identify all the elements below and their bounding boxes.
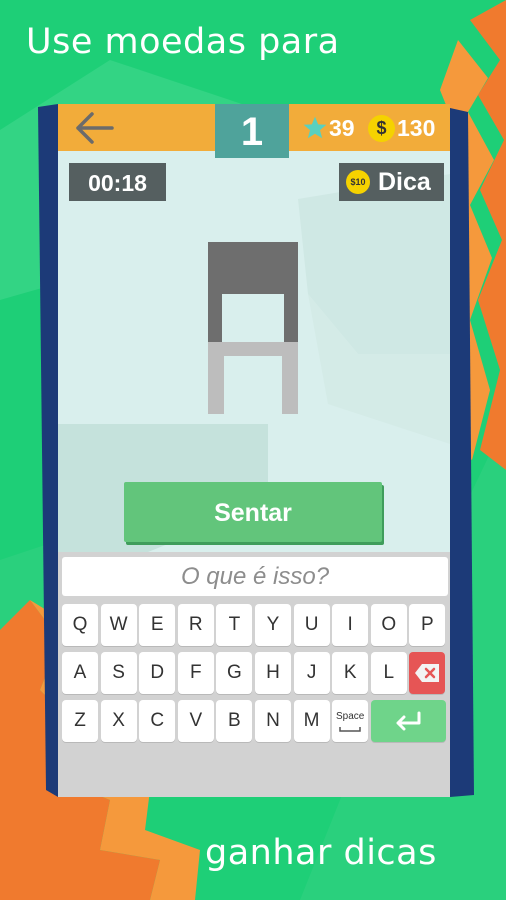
key-q[interactable]: Q	[62, 604, 98, 646]
answer-input[interactable]: O que é isso?	[62, 557, 448, 596]
game-screen: 39 $ 130 1 00:18 $10 Dica Sentar O que é…	[58, 104, 450, 797]
key-m[interactable]: M	[293, 700, 330, 742]
promo-headline-top: Use moedas para	[26, 22, 340, 62]
key-w[interactable]: W	[100, 604, 137, 646]
arrow-left-icon[interactable]	[72, 110, 116, 146]
key-i[interactable]: I	[332, 604, 369, 646]
key-g[interactable]: G	[216, 652, 253, 694]
timer: 00:18	[69, 163, 166, 201]
answer-button[interactable]: Sentar	[124, 482, 382, 542]
level-number: 1	[215, 104, 289, 158]
hint-button[interactable]: $10 Dica	[339, 163, 444, 201]
key-p[interactable]: P	[409, 604, 446, 646]
promo-headline-bottom: ganhar dicas	[205, 833, 437, 873]
key-o[interactable]: O	[370, 604, 407, 646]
key-b[interactable]: B	[216, 700, 253, 742]
coins-counter: $ 130	[368, 114, 435, 142]
key-y[interactable]: Y	[254, 604, 291, 646]
key-s[interactable]: S	[100, 652, 137, 694]
key-l[interactable]: L	[370, 652, 407, 694]
stars-count: 39	[329, 114, 355, 141]
keyboard-row-2: A S D F G H J K L	[62, 652, 448, 694]
key-u[interactable]: U	[293, 604, 330, 646]
backspace-icon[interactable]	[409, 652, 446, 694]
stars-counter: 39	[302, 114, 355, 142]
star-icon	[303, 116, 327, 139]
key-v[interactable]: V	[177, 700, 214, 742]
key-z[interactable]: Z	[62, 700, 98, 742]
key-j[interactable]: J	[293, 652, 330, 694]
coins-count: 130	[397, 114, 436, 141]
key-x[interactable]: X	[100, 700, 137, 742]
space-bar-icon	[339, 727, 361, 732]
hint-label: Dica	[378, 167, 431, 196]
key-d[interactable]: D	[139, 652, 176, 694]
key-n[interactable]: N	[254, 700, 291, 742]
key-e[interactable]: E	[139, 604, 176, 646]
keyboard-row-3: Z X C V B N M Space	[62, 700, 448, 742]
key-t[interactable]: T	[216, 604, 253, 646]
key-k[interactable]: K	[332, 652, 369, 694]
keyboard-area: O que é isso? Q W E R T Y U I O P A S D …	[58, 552, 450, 797]
chair-icon	[208, 242, 298, 414]
hint-cost-coin-icon: $10	[346, 170, 370, 194]
key-h[interactable]: H	[254, 652, 291, 694]
coin-icon: $	[368, 114, 395, 142]
space-key[interactable]: Space	[332, 700, 369, 742]
key-r[interactable]: R	[177, 604, 214, 646]
key-c[interactable]: C	[139, 700, 176, 742]
keyboard-row-1: Q W E R T Y U I O P	[62, 604, 448, 646]
space-key-label: Space	[335, 711, 365, 722]
enter-icon[interactable]	[370, 700, 446, 742]
key-a[interactable]: A	[62, 652, 98, 694]
key-f[interactable]: F	[177, 652, 214, 694]
